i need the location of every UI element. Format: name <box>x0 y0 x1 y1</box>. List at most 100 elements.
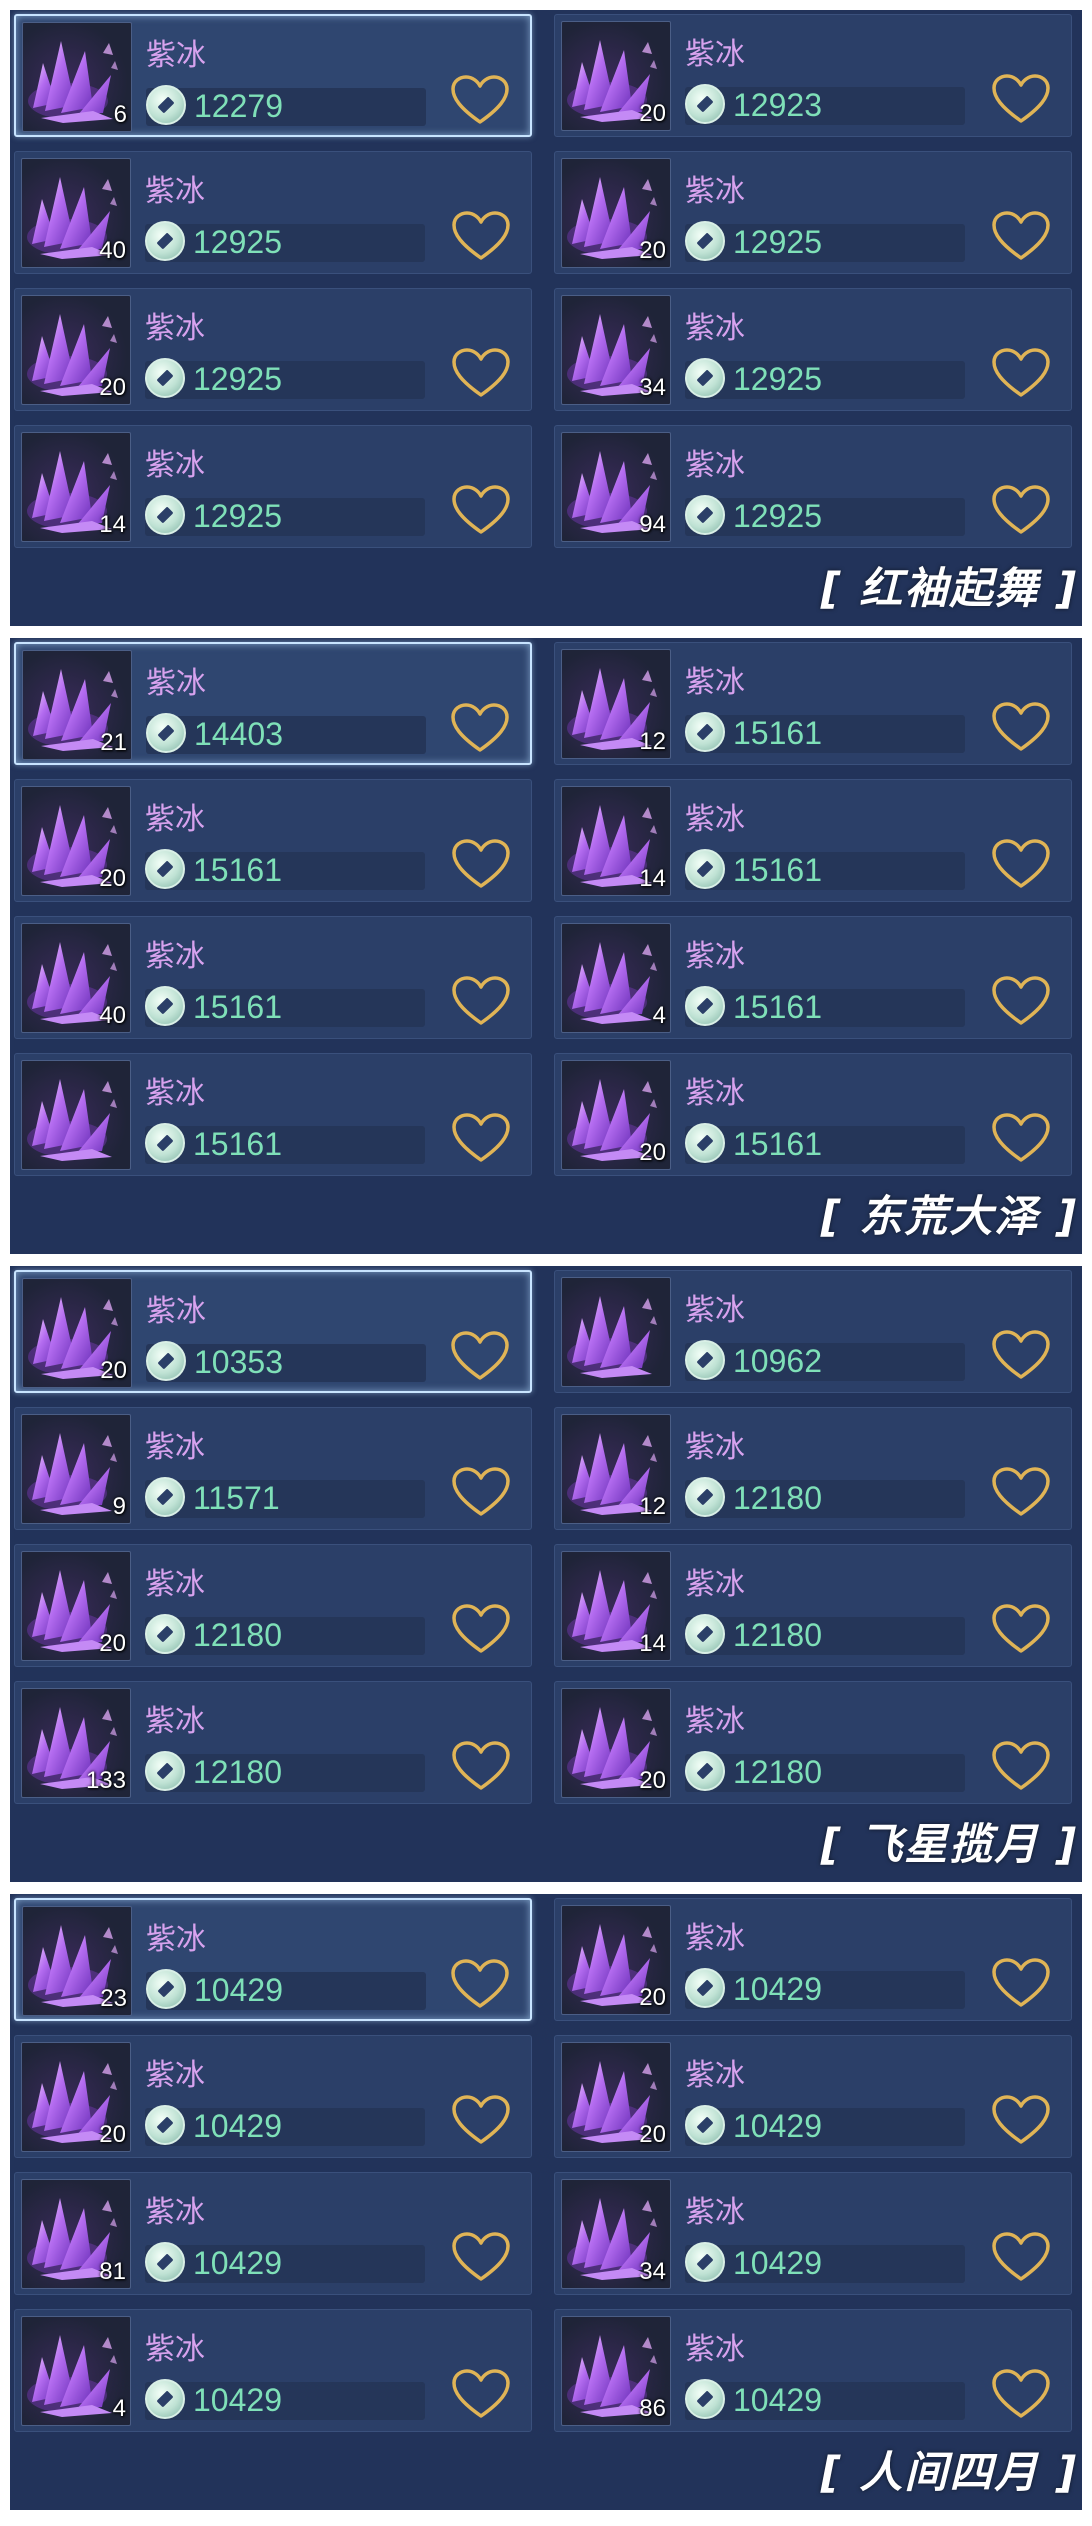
jade-coin-icon <box>685 986 725 1026</box>
jade-coin-icon <box>685 712 725 752</box>
item-quantity: 20 <box>639 100 666 127</box>
listing-card[interactable]: 20 紫冰 12925 <box>554 151 1072 274</box>
heart-outline-icon[interactable] <box>451 1603 511 1655</box>
listing-card[interactable]: 133 紫冰 12180 <box>14 1681 532 1804</box>
item-name: 紫冰 <box>145 1430 205 1465</box>
listing-card[interactable]: 86 紫冰 10429 <box>554 2309 1072 2432</box>
item-quantity: 23 <box>100 1985 127 2012</box>
listing-card[interactable]: 20 紫冰 12925 <box>14 288 532 411</box>
purple-crystal-icon: 34 <box>561 2179 671 2289</box>
heart-outline-icon[interactable] <box>451 2368 511 2420</box>
heart-outline-icon[interactable] <box>450 74 510 126</box>
item-price: 12180 <box>733 1617 822 1653</box>
heart-outline-icon[interactable] <box>451 838 511 890</box>
listing-card[interactable]: 20 紫冰 12180 <box>14 1544 532 1667</box>
listing-card[interactable]: 20 紫冰 10429 <box>554 1898 1072 2021</box>
heart-outline-icon[interactable] <box>991 975 1051 1027</box>
listing-card[interactable]: 40 紫冰 12925 <box>14 151 532 274</box>
item-price: 12925 <box>733 498 822 534</box>
heart-outline-icon[interactable] <box>991 2094 1051 2146</box>
item-quantity: 20 <box>99 374 126 401</box>
heart-outline-icon[interactable] <box>991 2368 1051 2420</box>
purple-crystal-icon: 40 <box>21 923 131 1033</box>
listing-card[interactable]: 紫冰 10962 <box>554 1270 1072 1393</box>
listing-card[interactable]: 12 紫冰 12180 <box>554 1407 1072 1530</box>
listing-card[interactable]: 6 紫冰 12279 <box>14 14 532 137</box>
listing-card[interactable]: 12 紫冰 15161 <box>554 642 1072 765</box>
item-quantity: 20 <box>639 1984 666 2011</box>
purple-crystal-icon: 20 <box>561 158 671 268</box>
item-quantity: 20 <box>100 1357 127 1384</box>
listing-card[interactable]: 4 紫冰 10429 <box>14 2309 532 2432</box>
listing-card[interactable]: 4 紫冰 15161 <box>554 916 1072 1039</box>
price-field <box>685 2108 965 2146</box>
heart-outline-icon[interactable] <box>450 702 510 754</box>
listing-card[interactable]: 紫冰 15161 <box>14 1053 532 1176</box>
server-name-label: [ 东荒大泽 ] <box>820 1192 1078 1242</box>
item-price: 10429 <box>733 2382 822 2418</box>
listing-card[interactable]: 9 紫冰 11571 <box>14 1407 532 1530</box>
heart-outline-icon[interactable] <box>991 347 1051 399</box>
item-price: 10429 <box>194 1972 283 2008</box>
listing-card[interactable]: 20 紫冰 15161 <box>554 1053 1072 1176</box>
item-name: 紫冰 <box>685 1921 745 1956</box>
heart-outline-icon[interactable] <box>991 701 1051 753</box>
heart-outline-icon[interactable] <box>991 1603 1051 1655</box>
heart-outline-icon[interactable] <box>991 1466 1051 1518</box>
heart-outline-icon[interactable] <box>991 2231 1051 2283</box>
item-price: 10962 <box>733 1343 822 1379</box>
heart-outline-icon[interactable] <box>991 210 1051 262</box>
listing-card[interactable]: 20 紫冰 12923 <box>554 14 1072 137</box>
listing-card[interactable]: 20 紫冰 10429 <box>554 2035 1072 2158</box>
heart-outline-icon[interactable] <box>991 1957 1051 2009</box>
item-price: 12925 <box>193 498 282 534</box>
price-field <box>685 2382 965 2420</box>
heart-outline-icon[interactable] <box>451 1112 511 1164</box>
heart-outline-icon[interactable] <box>451 1466 511 1518</box>
price-field <box>145 989 425 1027</box>
heart-outline-icon[interactable] <box>991 1112 1051 1164</box>
item-name: 紫冰 <box>146 1922 206 1957</box>
item-price: 10429 <box>733 1971 822 2007</box>
heart-outline-icon[interactable] <box>991 1740 1051 1792</box>
listing-card[interactable]: 14 紫冰 15161 <box>554 779 1072 902</box>
heart-outline-icon[interactable] <box>451 1740 511 1792</box>
listing-card[interactable]: 34 紫冰 12925 <box>554 288 1072 411</box>
item-quantity: 14 <box>639 865 666 892</box>
heart-outline-icon[interactable] <box>451 975 511 1027</box>
item-name: 紫冰 <box>145 1567 205 1602</box>
listing-card[interactable]: 81 紫冰 10429 <box>14 2172 532 2295</box>
item-name: 紫冰 <box>685 174 745 209</box>
heart-outline-icon[interactable] <box>450 1958 510 2010</box>
listing-card[interactable]: 23 紫冰 10429 <box>14 1898 532 2021</box>
price-field <box>146 1344 426 1382</box>
listing-card[interactable]: 14 紫冰 12925 <box>14 425 532 548</box>
listing-card[interactable]: 20 紫冰 10353 <box>14 1270 532 1393</box>
listing-card[interactable]: 20 紫冰 12180 <box>554 1681 1072 1804</box>
listing-card[interactable]: 14 紫冰 12180 <box>554 1544 1072 1667</box>
item-quantity: 40 <box>99 237 126 264</box>
item-name: 紫冰 <box>685 802 745 837</box>
heart-outline-icon[interactable] <box>991 73 1051 125</box>
listing-card[interactable]: 21 紫冰 14403 <box>14 642 532 765</box>
heart-outline-icon[interactable] <box>991 838 1051 890</box>
item-name: 紫冰 <box>685 1567 745 1602</box>
heart-outline-icon[interactable] <box>450 1330 510 1382</box>
listing-card[interactable]: 20 紫冰 15161 <box>14 779 532 902</box>
heart-outline-icon[interactable] <box>451 347 511 399</box>
listing-card[interactable]: 20 紫冰 10429 <box>14 2035 532 2158</box>
listing-card[interactable]: 40 紫冰 15161 <box>14 916 532 1039</box>
item-name: 紫冰 <box>145 2058 205 2093</box>
listing-card[interactable]: 94 紫冰 12925 <box>554 425 1072 548</box>
item-name: 紫冰 <box>685 448 745 483</box>
heart-outline-icon[interactable] <box>991 1329 1051 1381</box>
purple-crystal-icon <box>21 1060 131 1170</box>
heart-outline-icon[interactable] <box>451 484 511 536</box>
listing-card[interactable]: 34 紫冰 10429 <box>554 2172 1072 2295</box>
heart-outline-icon[interactable] <box>451 2094 511 2146</box>
item-name: 紫冰 <box>145 311 205 346</box>
purple-crystal-icon: 81 <box>21 2179 131 2289</box>
heart-outline-icon[interactable] <box>991 484 1051 536</box>
heart-outline-icon[interactable] <box>451 2231 511 2283</box>
heart-outline-icon[interactable] <box>451 210 511 262</box>
